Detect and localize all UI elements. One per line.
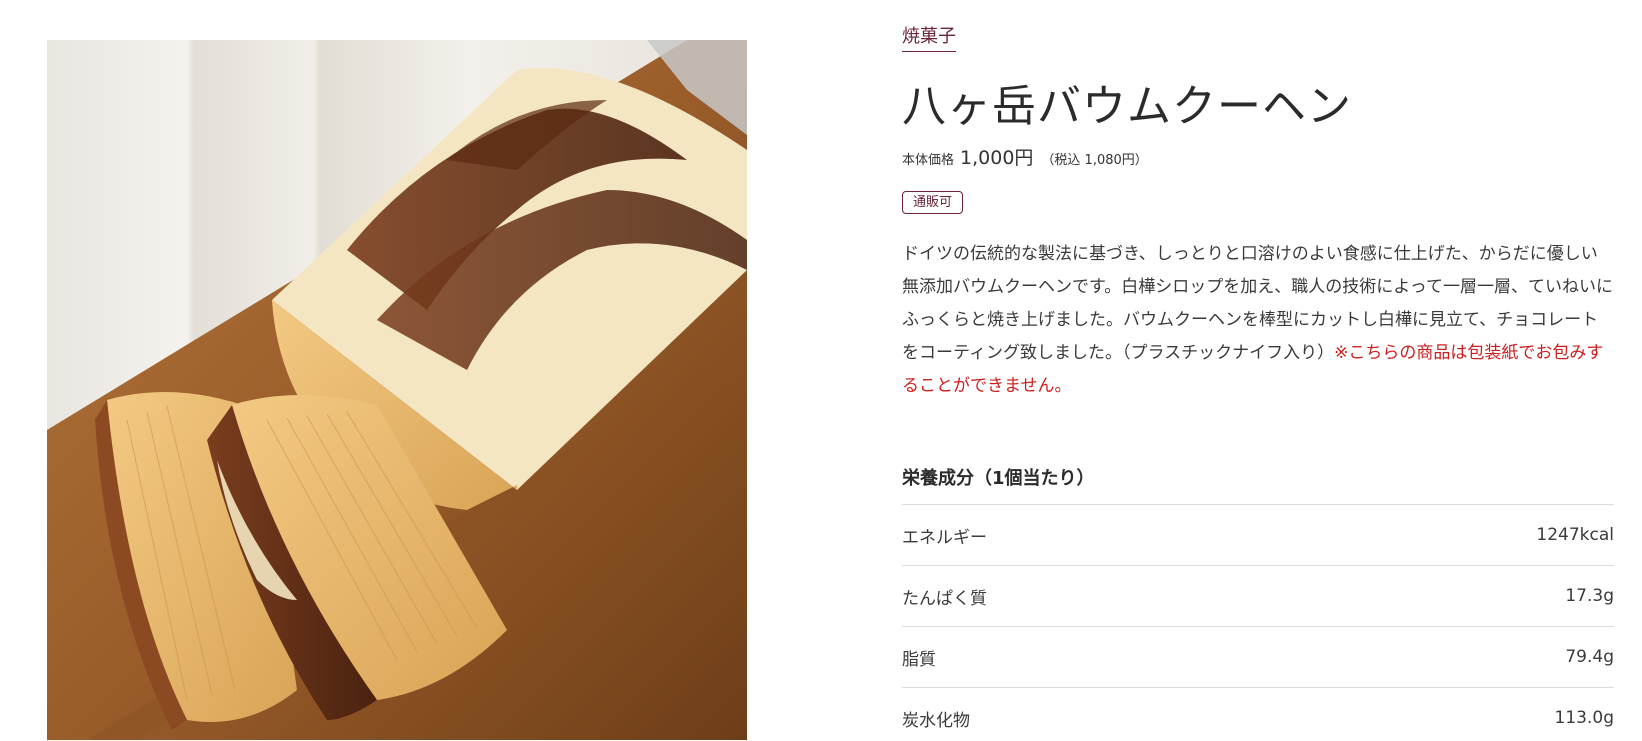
product-description: ドイツの伝統的な製法に基づき、しっとりと口溶けのよい食感に仕上げた、からだに優し… [902,238,1614,403]
product-image [47,40,747,740]
nutrition-row-carbohydrate: 炭水化物 113.0g [902,687,1614,741]
nutrition-label: 脂質 [902,649,936,670]
nutrition-value: 113.0g [1554,708,1614,728]
mail-order-badge: 通販可 [902,191,964,214]
nutrition-row-energy: エネルギー 1247kcal [902,504,1614,565]
price-label: 本体価格 [902,153,955,168]
nutrition-row-fat: 脂質 79.4g [902,626,1614,687]
product-title: 八ヶ岳バウムクーヘン [902,81,1352,132]
nutrition-label: エネルギー [902,527,987,548]
nutrition-row-protein: たんぱく質 17.3g [902,565,1614,626]
price-value: 1,000円 [960,147,1034,169]
nutrition-title: 栄養成分（1個当たり） [902,468,1095,489]
nutrition-value: 17.3g [1565,586,1614,606]
nutrition-value: 1247kcal [1536,525,1614,545]
nutrition-value: 79.4g [1565,647,1614,667]
baumkuchen-photo-illustration [47,40,747,740]
price-tax-included: （税込 1,080円） [1041,153,1148,168]
category-link[interactable]: 焼菓子 [902,22,956,52]
nutrition-table: エネルギー 1247kcal たんぱく質 17.3g 脂質 79.4g 炭水化物… [902,504,1614,741]
nutrition-label: たんぱく質 [902,588,987,609]
price-row: 本体価格 1,000円 （税込 1,080円） [902,143,1148,170]
nutrition-label: 炭水化物 [902,710,970,731]
